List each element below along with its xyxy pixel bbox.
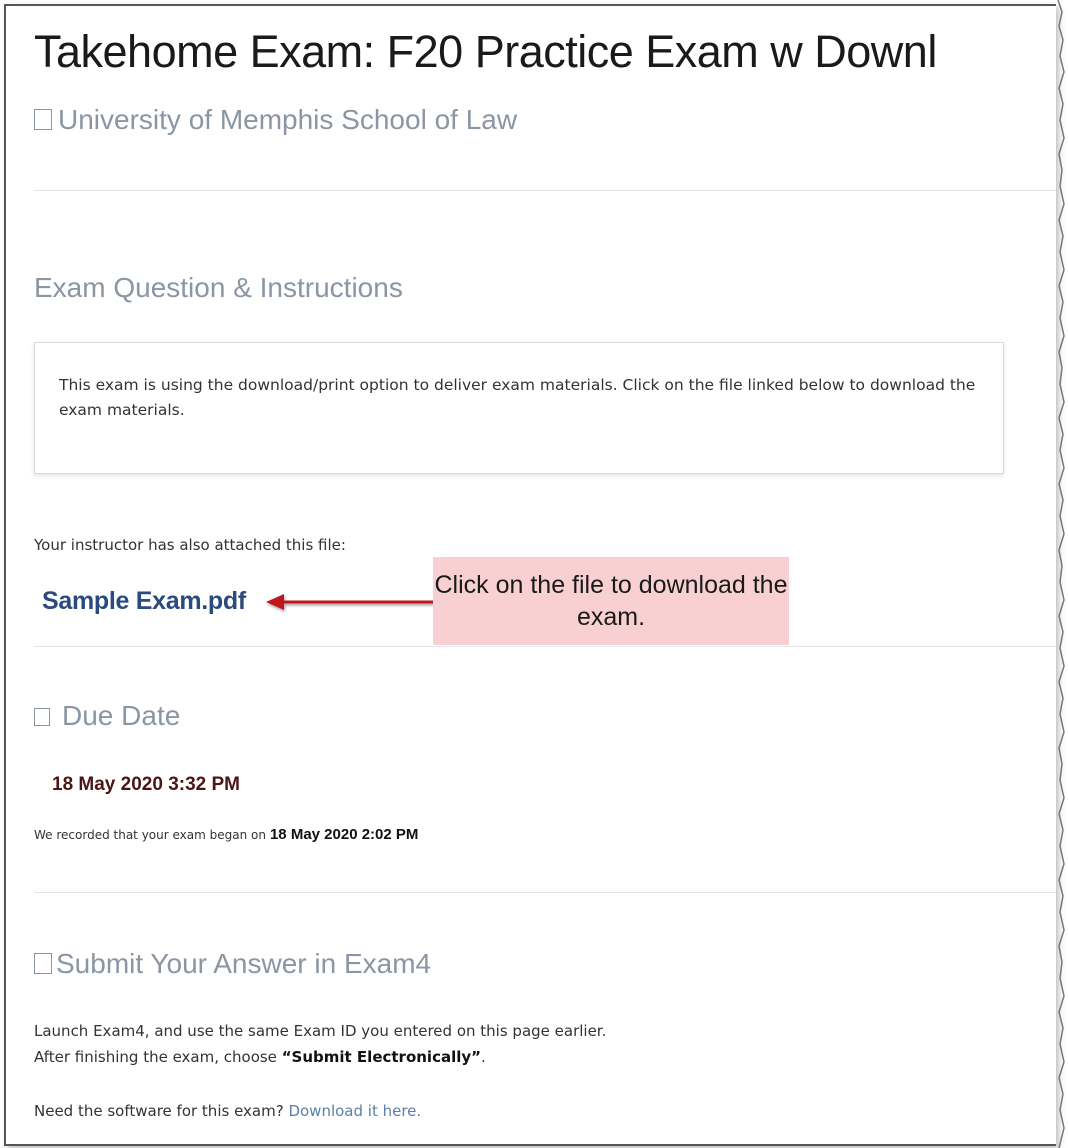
missing-glyph-icon [34, 109, 52, 130]
divider [34, 646, 1056, 647]
exam-began-line: We recorded that your exam began on 18 Ma… [34, 826, 418, 843]
instructions-box: This exam is using the download/print op… [34, 342, 1004, 474]
divider [34, 190, 1056, 191]
download-callout: Click on the file to download the exam. [433, 557, 789, 645]
torn-edge [1057, 0, 1065, 1148]
due-date-value: 18 May 2020 3:32 PM [52, 774, 241, 795]
exam-began-date: 18 May 2020 2:02 PM [269, 826, 419, 843]
submit-line-1: Launch Exam4, and use the same Exam ID y… [34, 1022, 607, 1040]
missing-glyph-icon [34, 953, 52, 974]
submit-line-2: After finishing the exam, choose “Submit… [34, 1044, 606, 1070]
need-software-line: Need the software for this exam? Downloa… [34, 1102, 421, 1120]
instructions-heading: Exam Question & Instructions [34, 272, 403, 303]
divider [34, 892, 1056, 893]
submit-heading: Submit Your Answer in Exam4 [34, 948, 431, 980]
school-name: University of Memphis School of Law [34, 104, 517, 136]
exam-began-label: We recorded that your exam began on [34, 828, 266, 842]
submit-line-2-prefix: After finishing the exam, choose [34, 1048, 282, 1066]
school-name-text: University of Memphis School of Law [58, 104, 518, 135]
instructions-text: This exam is using the download/print op… [59, 376, 976, 419]
exam-page: Takehome Exam: F20 Practice Exam w Downl… [4, 4, 1056, 1146]
need-software-text: Need the software for this exam? [34, 1102, 289, 1120]
submit-heading-text: Submit Your Answer in Exam4 [56, 948, 432, 979]
sample-exam-file-link[interactable]: Sample Exam.pdf [42, 587, 246, 616]
page-title: Takehome Exam: F20 Practice Exam w Downl [34, 26, 937, 77]
submit-line-2-suffix: . [481, 1048, 486, 1066]
attachment-label: Your instructor has also attached this f… [34, 536, 346, 554]
due-date-heading: Due Date [34, 700, 180, 732]
missing-glyph-icon [34, 708, 50, 726]
arrow-left-icon [266, 594, 434, 610]
due-date-heading-text: Due Date [62, 700, 181, 731]
download-software-link[interactable]: Download it here. [288, 1102, 421, 1120]
submit-electronically-label: “Submit Electronically” [281, 1048, 482, 1066]
submit-instructions: Launch Exam4, and use the same Exam ID y… [34, 1018, 606, 1070]
